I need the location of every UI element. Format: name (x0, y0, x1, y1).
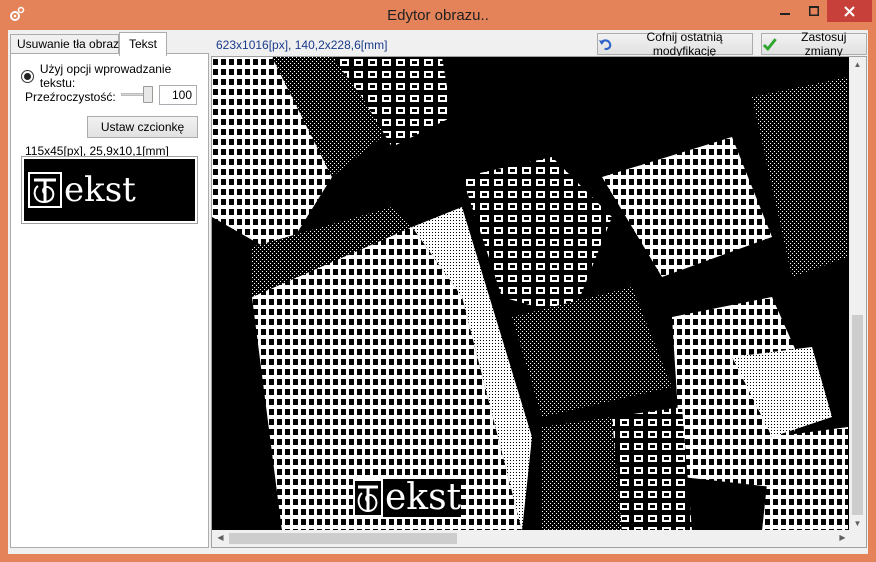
window-title: Edytor obrazu.. (387, 7, 489, 24)
use-text-radio[interactable] (21, 69, 34, 83)
text-tab-panel: Użyj opcji wprowadzanie tekstu: Przeźroc… (10, 53, 209, 548)
minimize-button[interactable] (771, 0, 798, 22)
maximize-icon (808, 6, 819, 16)
tab-background-removal[interactable]: Usuwanie tła obrazu (10, 34, 126, 54)
ornate-t-logo-icon (28, 172, 62, 208)
scroll-up-icon[interactable]: ▲ (849, 60, 866, 69)
preview-text: ekst (64, 170, 136, 210)
undo-arrow-icon (598, 39, 612, 50)
checkmark-icon (762, 38, 777, 52)
image-viewer[interactable]: ekst ▲ ▼ ◀ ▶ (211, 56, 867, 548)
maximize-button[interactable] (800, 0, 827, 22)
image-size-info: 623x1016[px], 140,2x228,6[mm] (216, 38, 388, 52)
apply-label: Zastosuj zmiany (801, 30, 847, 58)
ornate-t-logo-icon (353, 479, 383, 517)
window-client-area: Usuwanie tła obrazu Tekst Użyj opcji wpr… (8, 30, 868, 554)
vertical-scrollbar[interactable]: ▲ ▼ (849, 57, 866, 531)
text-preview: ekst (21, 156, 198, 224)
text-watermark[interactable]: ekst (353, 477, 462, 518)
opacity-input[interactable] (159, 85, 197, 105)
scroll-corner (849, 530, 866, 547)
horizontal-scroll-thumb[interactable] (229, 533, 457, 544)
horizontal-scrollbar[interactable]: ◀ ▶ (212, 530, 851, 547)
scroll-left-icon[interactable]: ◀ (212, 533, 229, 542)
undo-label: Cofnij ostatnią modyfikację (646, 30, 723, 58)
scroll-down-icon[interactable]: ▼ (849, 519, 866, 528)
slider-thumb[interactable] (143, 86, 153, 103)
vertical-scroll-thumb[interactable] (852, 315, 863, 515)
apply-changes-button[interactable]: Zastosuj zmiany (761, 30, 867, 58)
close-button[interactable] (827, 0, 872, 22)
text-preview-canvas: ekst (24, 159, 195, 221)
city-image[interactable]: ekst (212, 57, 848, 531)
dithered-city-photo (212, 57, 848, 531)
radio-selected-dot (23, 72, 31, 80)
close-icon (844, 5, 855, 17)
minimize-icon (779, 13, 790, 15)
watermark-text: ekst (385, 477, 462, 518)
opacity-label: Przeźroczystość: (25, 90, 116, 104)
title-bar[interactable]: Edytor obrazu.. (0, 0, 876, 30)
set-font-button[interactable]: Ustaw czcionkę (87, 116, 198, 138)
undo-button[interactable]: Cofnij ostatnią modyfikację (597, 30, 753, 58)
opacity-slider[interactable] (121, 84, 157, 104)
tab-text[interactable]: Tekst (119, 32, 167, 56)
editor-window: Edytor obrazu.. Usuwanie tła obrazu Teks… (0, 0, 876, 562)
